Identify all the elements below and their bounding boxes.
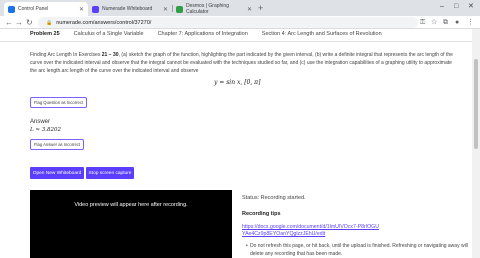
- answer-value: L ≈ 3.8202: [30, 127, 62, 133]
- flag-answer-button[interactable]: Flag Answer as Incorrect: [30, 139, 85, 150]
- video-placeholder-text: Video preview will appear here after rec…: [74, 202, 188, 208]
- video-preview: Video preview will appear here after rec…: [30, 190, 232, 258]
- recording-tips-heading: Recording tips: [242, 211, 281, 217]
- browser-tab-strip: Control Panel ✕ Numerade Whiteboard ✕ De…: [0, 0, 480, 16]
- address-bar[interactable]: 🔒 numerade.com/answers/control/37270/: [38, 17, 418, 28]
- bookmark-star-icon[interactable]: ☆: [431, 18, 437, 27]
- recording-tip-item: Do not refresh this page, or hit back, u…: [250, 243, 468, 257]
- tab-numerade-whiteboard[interactable]: Numerade Whiteboard ✕: [88, 2, 172, 16]
- back-arrow-icon[interactable]: ←: [5, 17, 13, 28]
- recording-status: Status: Recording started.: [242, 195, 306, 201]
- divider: [0, 41, 472, 42]
- new-tab-plus-icon[interactable]: +: [258, 2, 263, 14]
- breadcrumb-course[interactable]: Calculus of a Single Variable: [74, 31, 144, 39]
- open-whiteboard-button[interactable]: Open New Whiteboard: [30, 167, 84, 179]
- breadcrumb-chapter[interactable]: Chapter 7: Applications of Integration: [158, 31, 248, 39]
- breadcrumb-section[interactable]: Section 4: Arc Length and Surfaces of Re…: [262, 31, 382, 39]
- page-content: Problem 25 Calculus of a Single Variable…: [0, 29, 472, 258]
- key-icon[interactable]: ⚿: [420, 18, 425, 27]
- profile-avatar-icon[interactable]: ●: [455, 18, 459, 27]
- extensions-icon[interactable]: ⧉: [443, 18, 448, 27]
- numerade-favicon-icon: [92, 5, 99, 13]
- close-icon[interactable]: ✕: [79, 6, 84, 13]
- close-icon[interactable]: ✕: [163, 6, 168, 13]
- tab-desmos[interactable]: Desmos | Graphing Calculator ✕: [172, 2, 256, 16]
- tab-title: Desmos | Graphing Calculator: [186, 3, 229, 15]
- url-text: numerade.com/answers/control/37270/: [56, 19, 152, 26]
- tab-control-panel[interactable]: Control Panel ✕: [4, 2, 88, 16]
- maximize-icon[interactable]: □: [454, 2, 458, 12]
- flag-question-button[interactable]: Flag Question as Incorrect: [30, 97, 88, 108]
- problem-statement: Finding Arc Length In Exercises 21 − 30,…: [30, 51, 460, 75]
- breadcrumb: Problem 25 Calculus of a Single Variable…: [30, 31, 396, 39]
- stop-capture-button[interactable]: Stop screen capture: [86, 167, 134, 179]
- problem-text-start: Finding Arc Length In Exercises: [30, 52, 102, 58]
- close-icon[interactable]: ✕: [247, 6, 252, 13]
- problem-formula: y = sin x, [0, π]: [214, 79, 261, 86]
- window-close-icon[interactable]: ✕: [468, 2, 474, 12]
- kebab-menu-icon[interactable]: ⋮: [467, 18, 474, 27]
- minimize-icon[interactable]: –: [440, 2, 444, 12]
- problem-number: Problem 25: [30, 31, 60, 37]
- exercise-range: 21 − 30: [101, 52, 119, 58]
- control-panel-favicon-icon: [8, 5, 15, 13]
- tab-title: Control Panel: [18, 6, 49, 12]
- reload-icon[interactable]: ↻: [26, 17, 33, 28]
- scrollbar-thumb[interactable]: [474, 59, 478, 149]
- page-scrollbar[interactable]: [472, 29, 480, 258]
- lock-icon: 🔒: [46, 19, 53, 26]
- recording-tips-link[interactable]: https://docs.google.com/document/d/1lmUI…: [242, 224, 382, 238]
- desmos-favicon-icon: [176, 5, 183, 13]
- forward-arrow-icon[interactable]: →: [15, 17, 23, 28]
- bullet-icon: •: [246, 243, 248, 249]
- tab-title: Numerade Whiteboard: [102, 6, 153, 12]
- answer-heading: Answer: [30, 119, 51, 125]
- browser-toolbar: ← → ↻ 🔒 numerade.com/answers/control/372…: [0, 16, 480, 29]
